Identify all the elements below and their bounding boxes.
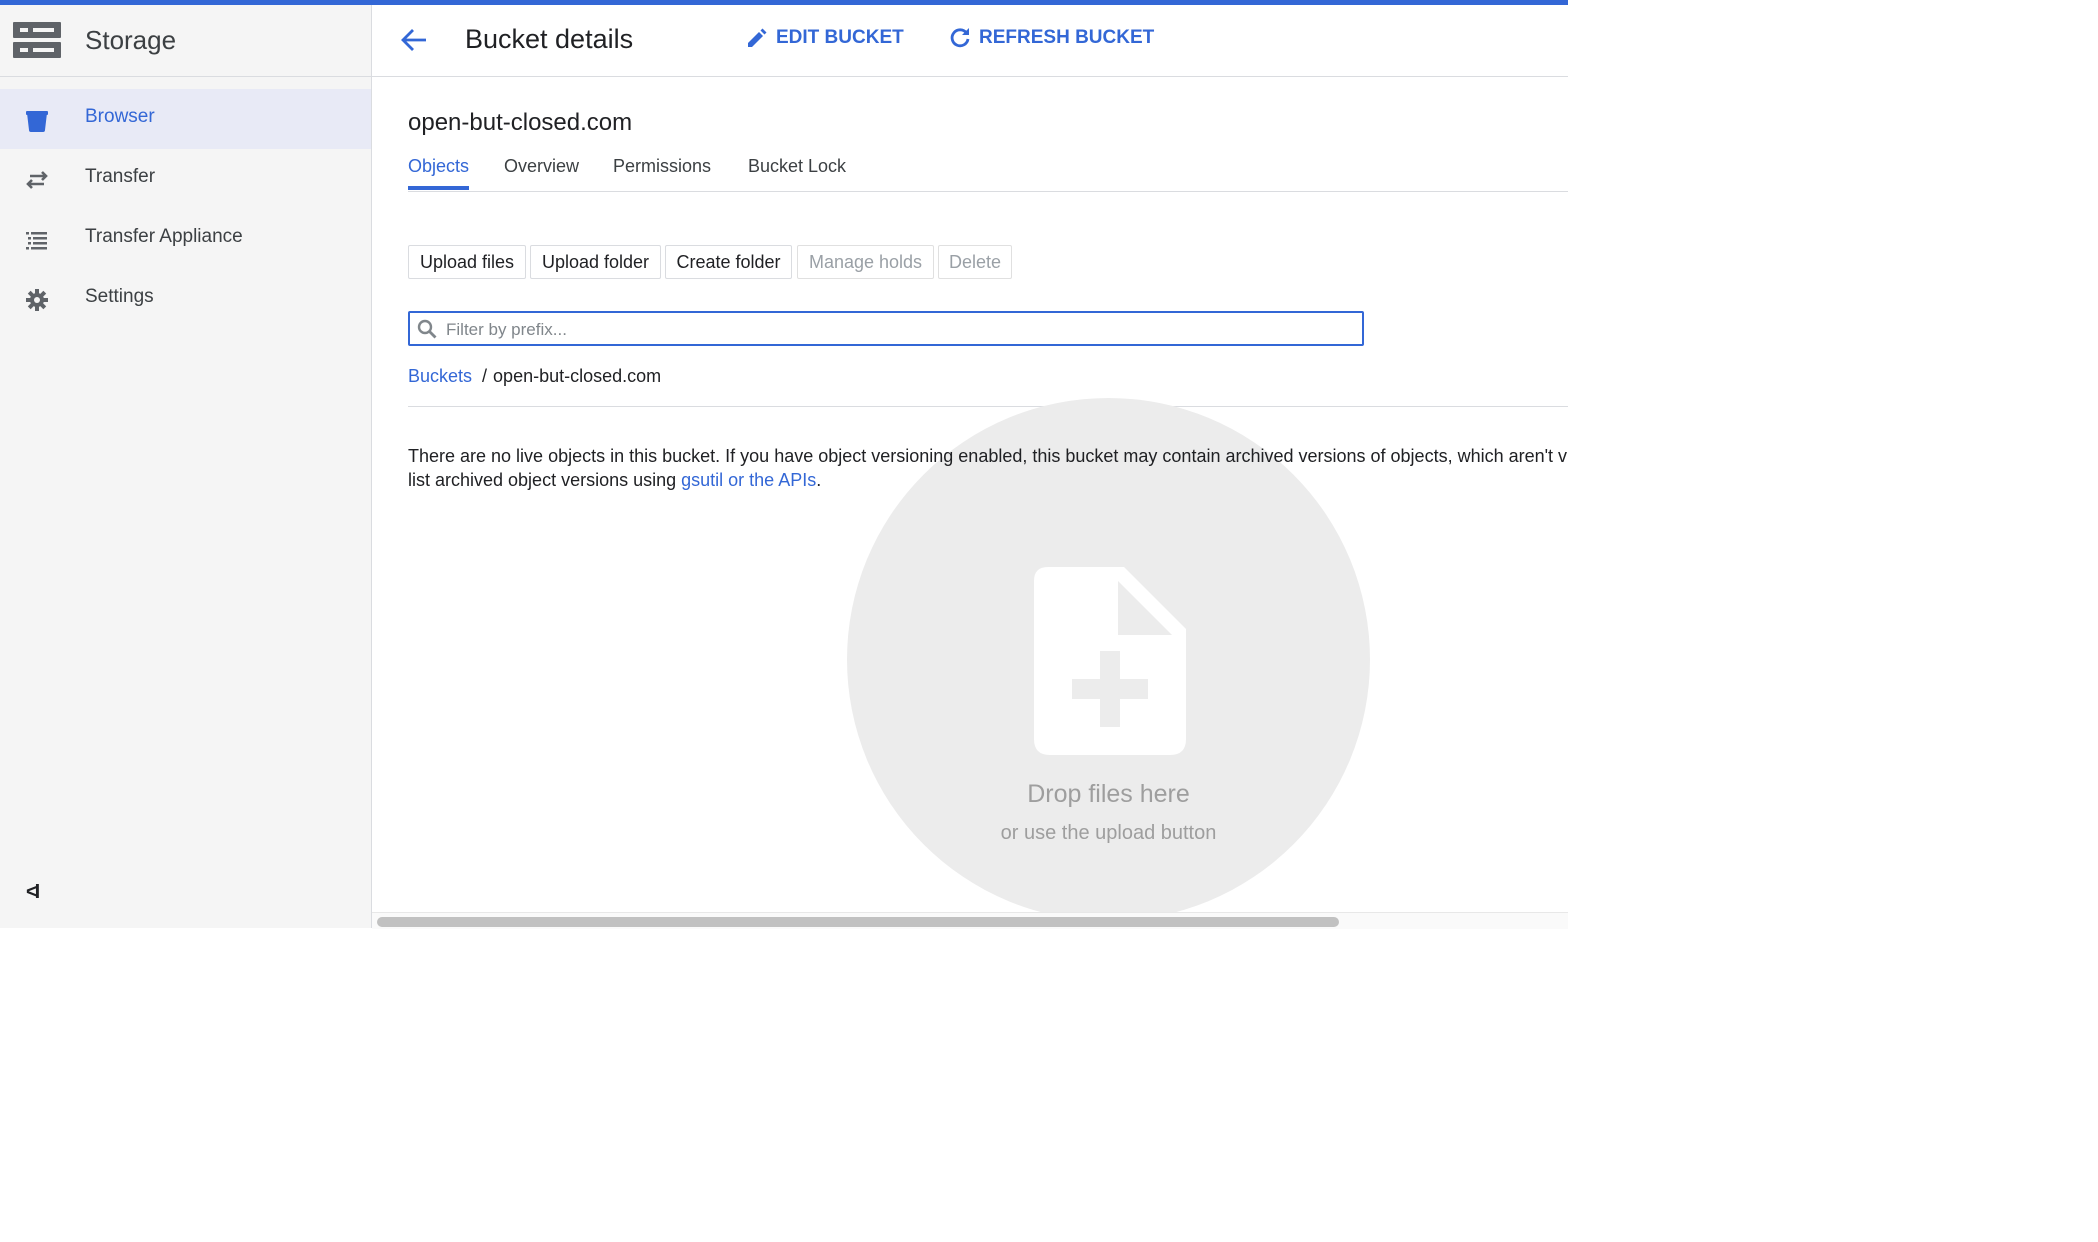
create-folder-button[interactable]: Create folder: [665, 245, 792, 279]
divider: [408, 406, 1568, 407]
upload-folder-button[interactable]: Upload folder: [530, 245, 661, 279]
page-header: Bucket details EDIT BUCKET REFRESH BUCKE…: [372, 5, 1568, 77]
sidebar-item-label: Transfer: [85, 166, 156, 187]
edit-bucket-button[interactable]: EDIT BUCKET: [746, 27, 904, 49]
bucket-icon: [26, 111, 48, 132]
active-tab-indicator: [408, 186, 469, 190]
tab-permissions[interactable]: Permissions: [613, 156, 711, 177]
storage-icon: [13, 22, 61, 58]
sidebar-item-label: Browser: [85, 106, 155, 127]
back-arrow-icon[interactable]: [400, 27, 428, 53]
search-icon: [417, 319, 437, 339]
message-line-2-suffix: .: [816, 470, 822, 490]
sidebar-item-transfer-appliance[interactable]: Transfer Appliance: [0, 209, 371, 269]
sidebar-item-label: Transfer Appliance: [85, 226, 243, 247]
drop-files-title: Drop files here: [1027, 780, 1190, 808]
edit-bucket-label: EDIT BUCKET: [776, 27, 904, 48]
product-title: Storage: [85, 25, 177, 55]
page-title: Bucket details: [465, 24, 634, 54]
horizontal-scrollbar-thumb[interactable]: [377, 917, 1339, 927]
empty-bucket-message: There are no live objects in this bucket…: [408, 444, 1568, 492]
tab-bar: Objects Overview Permissions Bucket Lock: [408, 146, 1568, 192]
sidebar-item-label: Settings: [85, 286, 154, 307]
sidebar-item-settings[interactable]: Settings: [0, 269, 371, 329]
tab-objects[interactable]: Objects: [408, 156, 469, 177]
manage-holds-button[interactable]: Manage holds: [797, 245, 934, 279]
sidebar-item-browser[interactable]: Browser: [0, 89, 371, 149]
refresh-bucket-button[interactable]: REFRESH BUCKET: [949, 27, 1154, 49]
sidebar-item-transfer[interactable]: Transfer: [0, 149, 371, 209]
message-line-1: There are no live objects in this bucket…: [408, 446, 1568, 466]
message-line-2-prefix: list archived object versions using: [408, 470, 682, 490]
tab-bucket-lock[interactable]: Bucket Lock: [748, 156, 846, 177]
upload-files-button[interactable]: Upload files: [408, 245, 526, 279]
list-icon: [26, 232, 47, 250]
sidebar: Storage Browser Transfer Transfer Applia…: [0, 5, 372, 928]
gear-icon: [26, 289, 48, 311]
refresh-bucket-label: REFRESH BUCKET: [979, 27, 1155, 48]
transfer-arrows-icon: [26, 171, 48, 189]
pencil-icon: [748, 28, 767, 47]
collapse-sidebar-button[interactable]: <I: [26, 881, 40, 904]
sidebar-header: Storage: [0, 5, 371, 77]
gsutil-apis-link[interactable]: gsutil or the APIs: [681, 470, 816, 490]
drop-files-subtitle: or use the upload button: [1000, 822, 1217, 844]
delete-button[interactable]: Delete: [938, 245, 1012, 279]
filter-box: [408, 311, 1364, 346]
breadcrumb: Buckets / open-but-closed.com: [408, 366, 661, 387]
filter-prefix-input[interactable]: [444, 317, 1348, 343]
breadcrumb-separator: /: [482, 366, 488, 386]
message-line-2: list archived object versions using gsut…: [408, 468, 1568, 492]
breadcrumb-current: open-but-closed.com: [493, 366, 662, 386]
add-file-icon: [1034, 567, 1186, 755]
bucket-name-heading: open-but-closed.com: [408, 109, 633, 136]
breadcrumb-buckets-link[interactable]: Buckets: [408, 366, 472, 386]
tab-overview[interactable]: Overview: [504, 156, 579, 177]
refresh-icon: [950, 28, 970, 48]
